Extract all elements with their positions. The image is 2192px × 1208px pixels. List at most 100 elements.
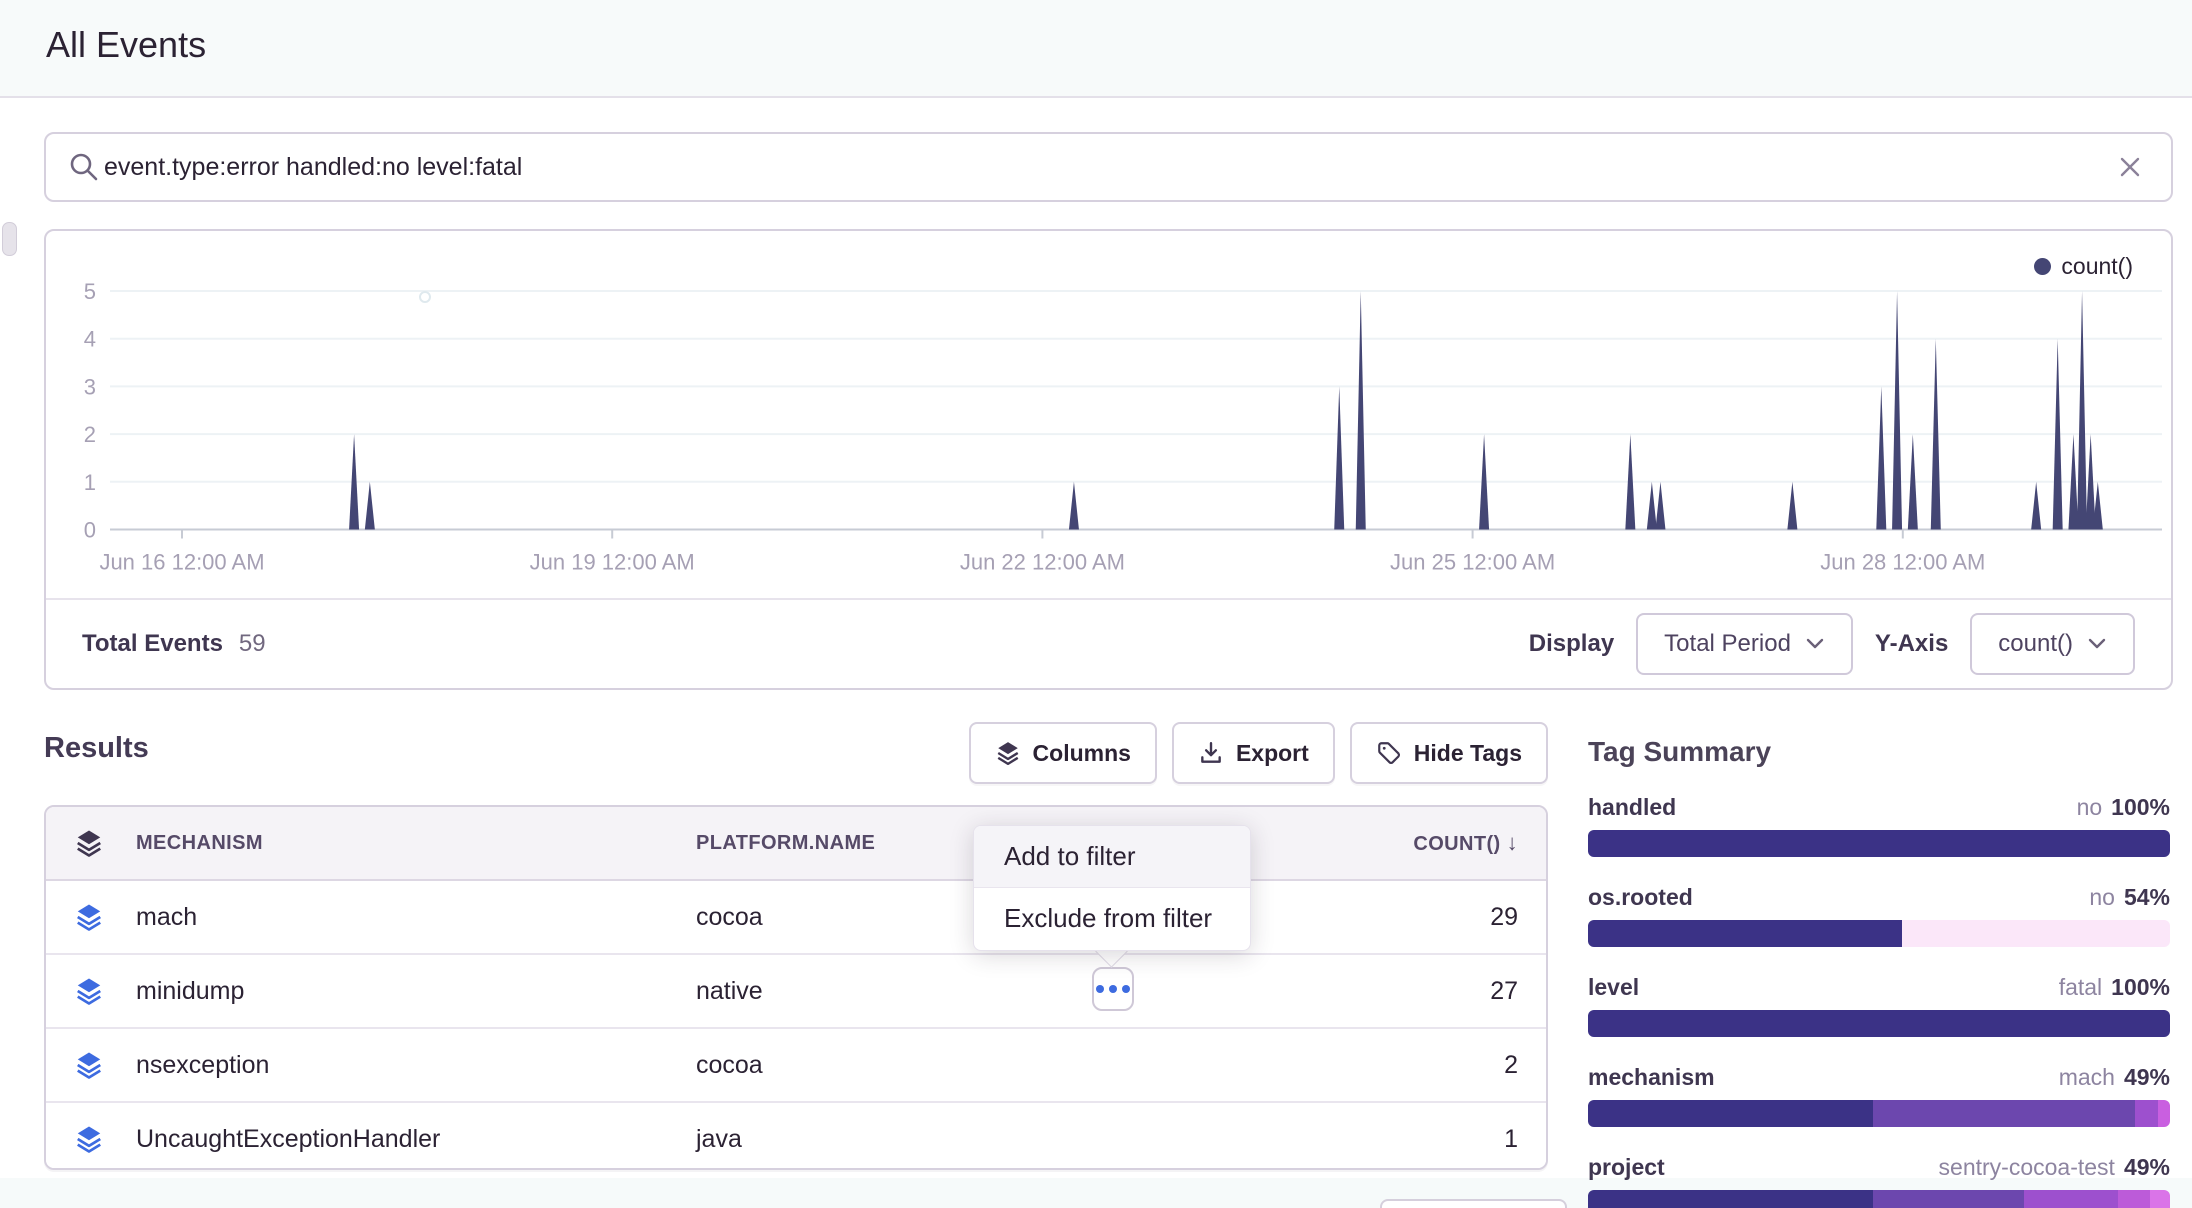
sidebar-drag-handle[interactable]	[2, 222, 17, 256]
tag-name: handled	[1588, 794, 1676, 821]
events-spike-chart[interactable]: 012345Jun 16 12:00 AMJun 19 12:00 AMJun …	[46, 231, 2167, 596]
layers-icon	[74, 1050, 104, 1080]
cell-platform-name: cocoa	[696, 1051, 1166, 1080]
tag-distribution-bar[interactable]	[1588, 830, 2170, 857]
tag-summary-panel: Tag Summary handledno100%os.rootedno54%l…	[1588, 736, 2170, 1208]
dot-icon	[1096, 985, 1104, 993]
display-dropdown[interactable]: Total Period	[1636, 613, 1853, 675]
tag-summary-entry: project sentry-cocoa-test 49%	[1588, 1154, 2170, 1208]
table-row[interactable]: UncaughtExceptionHandlerjava1	[46, 1103, 1546, 1170]
chart-spike[interactable]	[365, 482, 375, 530]
tag-top-percent: 54%	[2124, 884, 2170, 911]
tag-summary-entry: mechanismmach49%	[1588, 1064, 2170, 1127]
tag-bar-segment[interactable]	[2135, 1100, 2158, 1127]
chart-spike[interactable]	[1787, 482, 1797, 530]
results-table: MECHANISM PLATFORM.NAME COUNT()↓ machcoc…	[44, 805, 1548, 1170]
svg-text:4: 4	[84, 327, 96, 352]
tag-top-percent: 100%	[2111, 794, 2170, 821]
chart-spike[interactable]	[1876, 386, 1886, 529]
all-events-page: All Events event.type:error handled:no l…	[0, 0, 2192, 1208]
search-icon	[68, 151, 100, 188]
tag-bar-segment[interactable]	[1588, 1010, 2170, 1037]
layers-icon	[74, 976, 104, 1006]
dot-icon	[1122, 985, 1130, 993]
row-events-icon[interactable]	[46, 976, 136, 1006]
chart-spike[interactable]	[1647, 482, 1657, 530]
tag-top-value: no	[2077, 794, 2103, 821]
svg-text:2: 2	[84, 422, 96, 447]
clear-search-icon[interactable]	[2115, 152, 2145, 187]
page-header: All Events	[0, 0, 2192, 98]
cell-count: 2	[1166, 1051, 1546, 1080]
svg-text:5: 5	[84, 279, 96, 304]
row-events-icon[interactable]	[46, 1050, 136, 1080]
legend-series-label: count()	[2061, 253, 2133, 280]
total-events-value: 59	[239, 630, 266, 658]
cell-mechanism: nsexception	[136, 1051, 696, 1080]
layers-icon	[74, 1124, 104, 1154]
chart-legend[interactable]: count()	[2034, 253, 2133, 280]
tag-top-percent: 49%	[2124, 1154, 2170, 1181]
row-events-icon[interactable]	[46, 902, 136, 932]
tag-bar-segment[interactable]	[2150, 1190, 2170, 1208]
tag-icon	[1376, 740, 1402, 766]
row-events-icon[interactable]	[46, 1124, 136, 1154]
table-row[interactable]: minidumpnative27	[46, 955, 1546, 1029]
yaxis-dropdown[interactable]: count()	[1970, 613, 2135, 675]
columns-button[interactable]: Columns	[969, 722, 1157, 784]
svg-text:Jun 19 12:00 AM: Jun 19 12:00 AM	[530, 550, 695, 575]
table-body: machcocoa29minidumpnative27nsexceptionco…	[46, 881, 1546, 1170]
table-row[interactable]: machcocoa29	[46, 881, 1546, 955]
tag-bar-segment[interactable]	[2118, 1190, 2150, 1208]
tag-distribution-bar[interactable]	[1588, 920, 2170, 947]
chevron-down-icon	[2087, 637, 2107, 651]
chevron-down-icon	[1805, 637, 1825, 651]
sort-desc-icon: ↓	[1507, 830, 1518, 855]
menu-item-add-to-filter[interactable]: Add to filter	[974, 826, 1250, 888]
tag-top-percent: 100%	[2111, 974, 2170, 1001]
tag-bar-segment[interactable]	[2158, 1100, 2170, 1127]
download-icon	[1198, 740, 1224, 766]
search-query-text[interactable]: event.type:error handled:no level:fatal	[104, 153, 2171, 182]
tag-bar-segment[interactable]	[1873, 1100, 2135, 1127]
tag-bar-segment[interactable]	[1588, 1190, 1873, 1208]
tag-bar-segment[interactable]	[1588, 1100, 1873, 1127]
tag-top-value: mach	[2059, 1064, 2115, 1091]
chart-spike[interactable]	[2031, 482, 2041, 530]
cell-actions-button[interactable]	[1092, 967, 1134, 1011]
tag-bar-segment[interactable]	[1873, 1190, 2024, 1208]
results-toolbar: Columns Export Hide Tags	[969, 722, 1548, 784]
chart-spike[interactable]	[1356, 291, 1366, 530]
layers-icon	[995, 740, 1021, 766]
chart-spike[interactable]	[1892, 291, 1902, 530]
hide-tags-button[interactable]: Hide Tags	[1350, 722, 1548, 784]
svg-text:Jun 22 12:00 AM: Jun 22 12:00 AM	[960, 550, 1125, 575]
yaxis-label: Y-Axis	[1875, 630, 1948, 658]
column-header-mechanism[interactable]: MECHANISM	[136, 832, 696, 855]
cell-count: 27	[1166, 977, 1546, 1006]
tag-bar-segment[interactable]	[1902, 920, 2170, 947]
chart-spike[interactable]	[2077, 291, 2087, 530]
total-events-label: Total Events	[82, 630, 223, 658]
tag-distribution-bar[interactable]	[1588, 1100, 2170, 1127]
tag-top-value: no	[2089, 884, 2115, 911]
chart-spike[interactable]	[1655, 482, 1665, 530]
tag-distribution-bar[interactable]	[1588, 1010, 2170, 1037]
tag-name: project	[1588, 1154, 1665, 1181]
tag-bar-segment[interactable]	[2024, 1190, 2117, 1208]
legend-series-dot	[2034, 258, 2051, 275]
chart-spike[interactable]	[1069, 482, 1079, 530]
svg-text:0: 0	[84, 518, 96, 543]
menu-item-exclude-from-filter[interactable]: Exclude from filter	[974, 888, 1250, 949]
tag-bar-segment[interactable]	[1588, 830, 2170, 857]
search-input[interactable]: event.type:error handled:no level:fatal	[44, 132, 2173, 202]
svg-text:3: 3	[84, 374, 96, 399]
tag-bar-segment[interactable]	[1588, 920, 1902, 947]
table-header-layers-icon	[46, 828, 136, 858]
tag-distribution-bar[interactable]	[1588, 1190, 2170, 1208]
table-row[interactable]: nsexceptioncocoa2	[46, 1029, 1546, 1103]
tag-top-value: sentry-cocoa-test	[1939, 1154, 2115, 1181]
export-button[interactable]: Export	[1172, 722, 1335, 784]
pagination-buttons[interactable]	[1380, 1199, 1567, 1208]
chart-spike[interactable]	[1334, 386, 1344, 529]
